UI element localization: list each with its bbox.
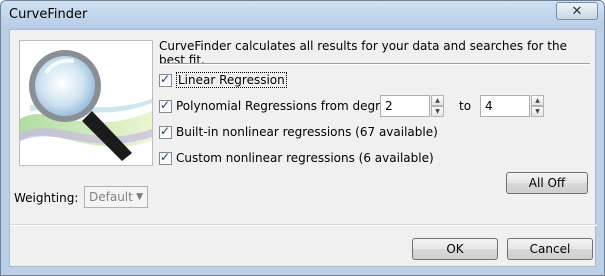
degree-from-down-button[interactable]: ▼ [431,106,444,117]
checkbox-custom-nonlinear[interactable]: ✓ [159,149,172,165]
checkmark-icon: ✓ [160,123,171,138]
option-polynomial-regressions[interactable]: ✓ Polynomial Regressions from degree [159,98,395,114]
option-custom-nonlinear[interactable]: ✓ Custom nonlinear regressions (6 availa… [159,150,434,166]
curvefinder-dialog: CurveFinder ✕ CurveFinder calculates all… [0,0,605,276]
option-linear-regression[interactable]: ✓ Linear Regression [159,72,287,88]
weighting-value: Default [89,190,133,204]
label-linear-regression[interactable]: Linear Regression [176,72,287,88]
chevron-down-icon: ▼ [136,192,143,202]
degree-to-up-button[interactable]: ▲ [531,95,544,106]
footer-separator [10,224,597,226]
label-polynomial-regressions[interactable]: Polynomial Regressions from degree [176,99,395,113]
degree-from-stepper[interactable]: 2 ▲ ▼ [380,95,444,117]
window-title: CurveFinder [9,7,88,22]
cancel-button[interactable]: Cancel [507,238,593,260]
all-off-button[interactable]: All Off [506,172,588,194]
checkbox-linear-regression[interactable]: ✓ [159,71,172,87]
weighting-label: Weighting: [14,191,79,205]
checkmark-icon: ✓ [160,97,171,112]
close-icon: ✕ [571,3,583,19]
checkmark-icon: ✓ [160,149,171,164]
to-label: to [459,99,472,113]
degree-from-input[interactable]: 2 [380,95,430,117]
checkbox-polynomial-regressions[interactable]: ✓ [159,97,172,113]
degree-to-down-button[interactable]: ▼ [531,106,544,117]
checkbox-builtin-nonlinear[interactable]: ✓ [159,123,172,139]
weighting-select[interactable]: Default ▼ [84,186,148,208]
magnifier-logo [19,40,153,166]
degree-to-input[interactable]: 4 [480,95,530,117]
degree-from-up-button[interactable]: ▲ [431,95,444,106]
label-custom-nonlinear[interactable]: Custom nonlinear regressions (6 availabl… [176,151,434,165]
close-button[interactable]: ✕ [556,2,598,20]
option-builtin-nonlinear[interactable]: ✓ Built-in nonlinear regressions (67 ava… [159,124,438,140]
label-builtin-nonlinear[interactable]: Built-in nonlinear regressions (67 avail… [176,125,438,139]
ok-button[interactable]: OK [412,238,498,260]
separator [160,63,590,65]
degree-to-stepper[interactable]: 4 ▲ ▼ [480,95,544,117]
magnifier-icon [20,50,152,161]
checkmark-icon: ✓ [160,71,171,86]
dialog-body: CurveFinder calculates all results for y… [9,29,597,267]
title-bar: CurveFinder ✕ [1,1,604,29]
